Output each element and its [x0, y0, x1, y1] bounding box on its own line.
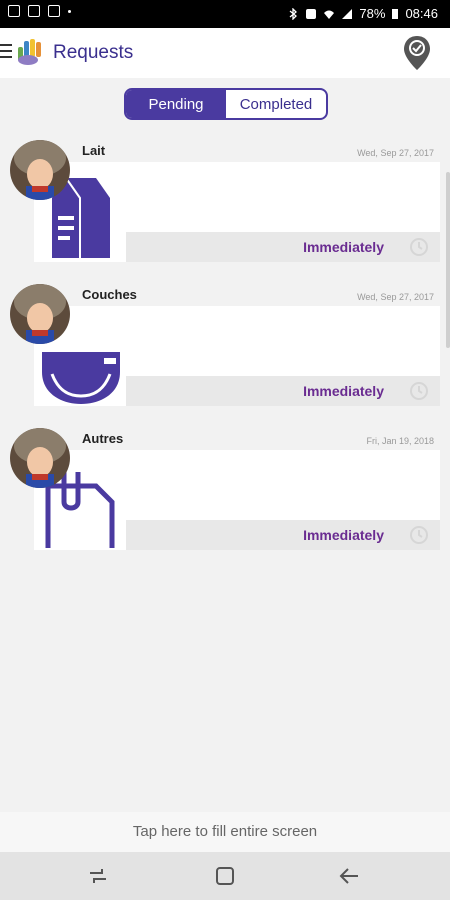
status-bar: 78% 08:46	[0, 0, 450, 28]
clock-history-icon[interactable]	[408, 380, 430, 402]
signal-icon	[342, 8, 353, 19]
avatar	[10, 428, 70, 488]
request-title: Lait	[82, 143, 106, 158]
app-header: Requests	[0, 28, 450, 78]
clock-history-icon[interactable]	[408, 524, 430, 546]
page-title: Requests	[53, 42, 134, 63]
battery-icon	[392, 8, 399, 19]
bluetooth-icon	[290, 7, 298, 20]
usb-notification-icon	[48, 5, 60, 17]
request-card[interactable]: Immediately Lait Wed, Sep 27, 2017	[0, 140, 450, 270]
recent-apps-icon[interactable]	[86, 864, 110, 888]
tab-pending[interactable]: Pending	[126, 90, 226, 118]
avatar	[10, 284, 70, 344]
avatar	[10, 140, 70, 200]
battery-percent: 78%	[359, 6, 386, 21]
location-pin-check-icon[interactable]	[402, 34, 432, 72]
timing-label: Immediately	[303, 527, 384, 543]
card-footer: Immediately	[126, 520, 440, 550]
system-navigation-bar	[0, 852, 450, 900]
request-card[interactable]: Immediately Autres Fri, Jan 19, 2018	[0, 428, 450, 558]
wifi-icon	[324, 10, 335, 19]
news-notification-icon	[28, 5, 40, 17]
nfc-icon	[306, 8, 317, 19]
gallery-notification-icon	[8, 5, 20, 17]
request-card[interactable]: Immediately Couches Wed, Sep 27, 2017	[0, 284, 450, 414]
hand-logo-icon	[18, 39, 41, 65]
request-date: Fri, Jan 19, 2018	[366, 436, 434, 446]
timing-label: Immediately	[303, 383, 384, 399]
tab-completed[interactable]: Completed	[226, 90, 326, 118]
more-notifications-icon	[68, 9, 71, 13]
fill-screen-button[interactable]: Tap here to fill entire screen	[0, 812, 450, 852]
timing-label: Immediately	[303, 239, 384, 255]
request-date: Wed, Sep 27, 2017	[357, 292, 434, 302]
card-footer: Immediately	[126, 376, 440, 406]
clock-time: 08:46	[405, 6, 438, 21]
clock-history-icon[interactable]	[408, 236, 430, 258]
request-title: Autres	[82, 431, 124, 446]
request-title: Couches	[82, 287, 137, 302]
status-system: 78% 08:46	[287, 6, 438, 21]
back-icon[interactable]	[338, 864, 362, 888]
request-date: Wed, Sep 27, 2017	[357, 148, 434, 158]
status-notifications	[8, 5, 71, 17]
hamburger-icon[interactable]	[0, 44, 12, 60]
home-icon[interactable]	[213, 864, 237, 888]
scrollbar[interactable]	[446, 172, 450, 348]
status-tabs: Pending Completed	[124, 88, 328, 120]
card-footer: Immediately	[126, 232, 440, 262]
